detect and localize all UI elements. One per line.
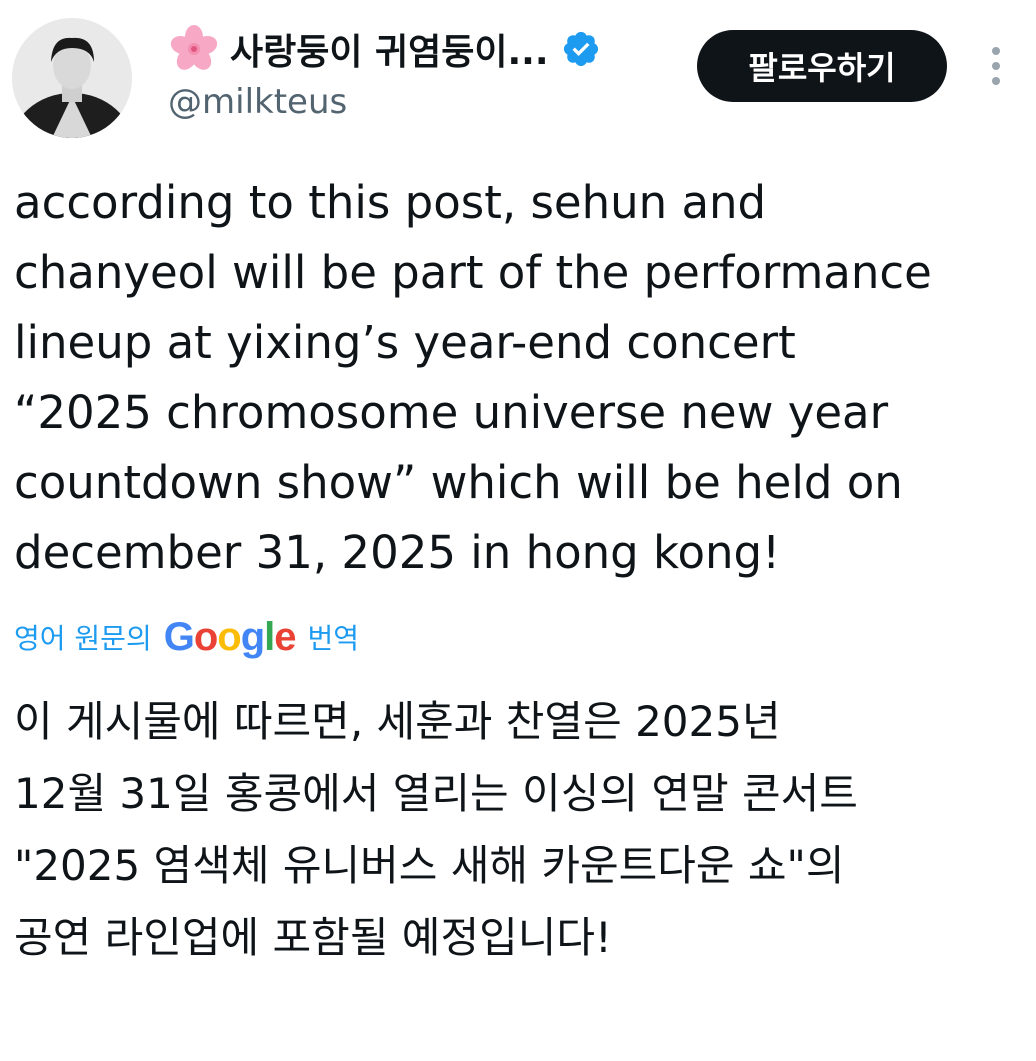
translation-suffix: 번역 xyxy=(307,622,360,655)
tweet-text-line: “2025 chromosome universe new year xyxy=(14,386,889,439)
translation-prefix: 영어 원문의 xyxy=(14,622,152,655)
tweet-text-line: countdown show” which will be held on xyxy=(14,456,903,509)
author-name-row[interactable]: 사랑둥이 귀염둥이... xyxy=(168,24,601,74)
google-logo: Google xyxy=(163,614,297,659)
translated-text-line: "2025 염색체 유니버스 새해 카운트다운 쇼"의 xyxy=(14,841,845,890)
tweet-text-line: lineup at yixing’s year-end concert xyxy=(14,316,796,369)
translated-text-line: 공연 라인업에 포함될 예정입니다! xyxy=(14,913,612,962)
tweet-text-line: according to this post, sehun and xyxy=(14,176,767,229)
avatar-photo xyxy=(12,18,132,138)
more-vertical-icon[interactable] xyxy=(982,44,1010,88)
avatar[interactable] xyxy=(12,18,132,138)
tweet-text-line: chanyeol will be part of the performance xyxy=(14,246,932,299)
translated-text-line: 이 게시물에 따르면, 세훈과 찬열은 2025년 xyxy=(14,697,781,746)
tweet-text-line: december 31, 2025 in hong kong! xyxy=(14,526,781,579)
cherry-blossom-icon xyxy=(170,25,218,70)
verified-badge-icon xyxy=(563,31,598,67)
tweet-text: according to this post, sehun and chanye… xyxy=(14,168,1024,588)
author-handle[interactable]: @milkteus xyxy=(168,82,347,122)
translated-text: 이 게시물에 따르면, 세훈과 찬열은 2025년 12월 31일 홍콩에서 열… xyxy=(14,686,1024,974)
translation-attribution[interactable]: 영어 원문의 Google 번역 xyxy=(14,612,359,662)
display-name[interactable]: 사랑둥이 귀염둥이... xyxy=(230,23,549,75)
translated-text-line: 12월 31일 홍콩에서 열리는 이싱의 연말 콘서트 xyxy=(14,769,858,818)
follow-button[interactable]: 팔로우하기 xyxy=(697,30,947,102)
